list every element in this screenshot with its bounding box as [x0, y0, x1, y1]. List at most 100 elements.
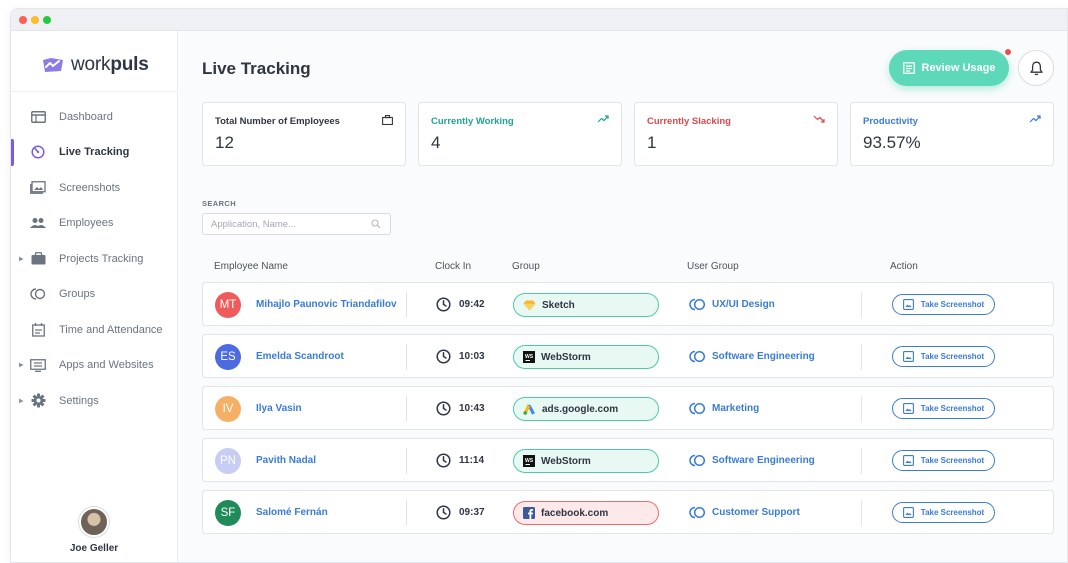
sidebar-item-projects-tracking[interactable]: ▶ Projects Tracking — [11, 241, 177, 277]
sidebar-item-label: Apps and Websites — [59, 359, 154, 372]
google-ads-icon — [523, 404, 535, 415]
webstorm-icon: WS — [523, 351, 535, 363]
expand-caret-icon[interactable]: ▶ — [19, 397, 24, 404]
user-group-link[interactable]: UX/UI Design — [712, 299, 775, 310]
expand-caret-icon[interactable]: ▶ — [19, 255, 24, 262]
review-usage-label: Review Usage — [921, 62, 996, 74]
user-group-icon — [689, 506, 706, 519]
table-row[interactable]: SF Salomé Fernán 09:37 facebook.com Cust… — [202, 490, 1054, 534]
clock-icon — [436, 505, 451, 520]
apps-icon — [30, 358, 46, 372]
close-window-button[interactable] — [19, 16, 27, 24]
search-label: SEARCH — [202, 199, 237, 208]
user-group-link[interactable]: Customer Support — [712, 507, 800, 518]
screenshot-icon — [902, 403, 914, 414]
sidebar-item-live-tracking[interactable]: Live Tracking — [11, 135, 177, 171]
employee-name-link[interactable]: Emelda Scandroot — [256, 351, 344, 362]
stat-value: 93.57% — [863, 133, 921, 152]
gear-icon — [30, 393, 46, 408]
stat-card-currently-working: Currently Working 4 — [418, 102, 622, 166]
clock-icon — [436, 401, 451, 416]
screenshot-icon — [902, 299, 914, 310]
sidebar-item-time-and-attendance[interactable]: Time and Attendance — [11, 312, 177, 348]
take-screenshot-button[interactable]: Take Screenshot — [892, 346, 995, 367]
bell-icon — [1029, 61, 1043, 75]
sidebar-item-employees[interactable]: Employees — [11, 206, 177, 242]
clock-icon — [436, 297, 451, 312]
group-name: ads.google.com — [542, 403, 619, 415]
sidebar-item-label: Screenshots — [59, 181, 121, 194]
table-row[interactable]: IV Ilya Vasin 10:43 ads.google.com Marke… — [202, 386, 1054, 430]
calendar-icon — [30, 322, 46, 337]
column-header-clock-in[interactable]: Clock In — [435, 261, 471, 272]
user-group-icon — [689, 350, 706, 363]
table-row[interactable]: ES Emelda Scandroot 10:03 WS WebStorm So… — [202, 334, 1054, 378]
sidebar-item-settings[interactable]: ▶ Settings — [11, 383, 177, 419]
group-name: WebStorm — [541, 351, 591, 363]
stat-value: 4 — [431, 133, 441, 152]
column-header-action: Action — [890, 261, 918, 272]
stat-value: 12 — [215, 133, 234, 152]
user-profile[interactable]: Joe Geller — [11, 507, 177, 554]
avatar: SF — [215, 500, 241, 526]
column-divider — [406, 396, 407, 422]
sidebar-item-apps-and-websites[interactable]: ▶ Apps and Websites — [11, 348, 177, 384]
table-row[interactable]: PN Pavith Nadal 11:14 WS WebStorm Softwa… — [202, 438, 1054, 482]
column-header-user-group[interactable]: User Group — [687, 261, 739, 272]
sidebar-item-label: Dashboard — [59, 110, 113, 123]
group-badge[interactable]: facebook.com — [513, 501, 659, 525]
group-badge[interactable]: WS WebStorm — [513, 345, 659, 369]
column-header-group[interactable]: Group — [512, 261, 540, 272]
employee-name-link[interactable]: Pavith Nadal — [256, 455, 316, 466]
column-divider — [406, 292, 407, 318]
dashboard-icon — [30, 110, 46, 124]
sidebar-item-screenshots[interactable]: Screenshots — [11, 170, 177, 206]
user-group-link[interactable]: Marketing — [712, 403, 759, 414]
sidebar-item-dashboard[interactable]: Dashboard — [11, 99, 177, 135]
webstorm-icon: WS — [523, 455, 535, 467]
stat-card-productivity: Productivity 93.57% — [850, 102, 1054, 166]
take-screenshot-button[interactable]: Take Screenshot — [892, 294, 995, 315]
user-group-link[interactable]: Software Engineering — [712, 455, 815, 466]
take-screenshot-label: Take Screenshot — [920, 508, 985, 517]
expand-caret-icon[interactable]: ▶ — [19, 362, 24, 369]
stat-card-currently-slacking: Currently Slacking 1 — [634, 102, 838, 166]
column-divider — [861, 396, 862, 422]
sidebar-item-groups[interactable]: Groups — [11, 277, 177, 313]
notifications-button[interactable] — [1018, 50, 1054, 86]
group-badge[interactable]: WS WebStorm — [513, 449, 659, 473]
employee-name-link[interactable]: Ilya Vasin — [256, 403, 302, 414]
review-usage-button[interactable]: Review Usage — [889, 48, 1012, 86]
minimize-window-button[interactable] — [31, 16, 39, 24]
clock-in-time: 09:42 — [459, 299, 485, 310]
group-name: facebook.com — [541, 507, 609, 519]
take-screenshot-button[interactable]: Take Screenshot — [892, 398, 995, 419]
stat-label: Productivity — [863, 116, 918, 127]
table-row[interactable]: MT Mihajlo Paunovic Triandafilov 09:42 S… — [202, 282, 1054, 326]
take-screenshot-button[interactable]: Take Screenshot — [892, 450, 995, 471]
sidebar-item-label: Groups — [59, 288, 96, 301]
take-screenshot-label: Take Screenshot — [920, 456, 985, 465]
sketch-icon — [523, 300, 536, 310]
user-group-link[interactable]: Software Engineering — [712, 351, 815, 362]
column-divider — [861, 500, 862, 526]
clock-in-time: 11:14 — [459, 455, 485, 466]
workpuls-logo[interactable]: workpuls — [41, 51, 149, 79]
column-header-employee[interactable]: Employee Name — [214, 261, 288, 272]
search-input[interactable] — [203, 214, 363, 235]
trend-up-icon — [597, 115, 609, 123]
svg-text:WS: WS — [525, 458, 534, 464]
search-icon[interactable] — [371, 219, 381, 229]
avatar: PN — [215, 448, 241, 474]
workpuls-logo-icon — [43, 58, 63, 72]
column-divider — [861, 448, 862, 474]
employee-name-link[interactable]: Mihajlo Paunovic Triandafilov — [256, 299, 397, 310]
stat-label: Total Number of Employees — [215, 116, 340, 127]
employee-name-link[interactable]: Salomé Fernán — [256, 507, 328, 518]
group-badge[interactable]: Sketch — [513, 293, 659, 317]
group-badge[interactable]: ads.google.com — [513, 397, 659, 421]
column-divider — [406, 500, 407, 526]
groups-icon — [30, 287, 46, 301]
take-screenshot-button[interactable]: Take Screenshot — [892, 502, 995, 523]
maximize-window-button[interactable] — [43, 16, 51, 24]
